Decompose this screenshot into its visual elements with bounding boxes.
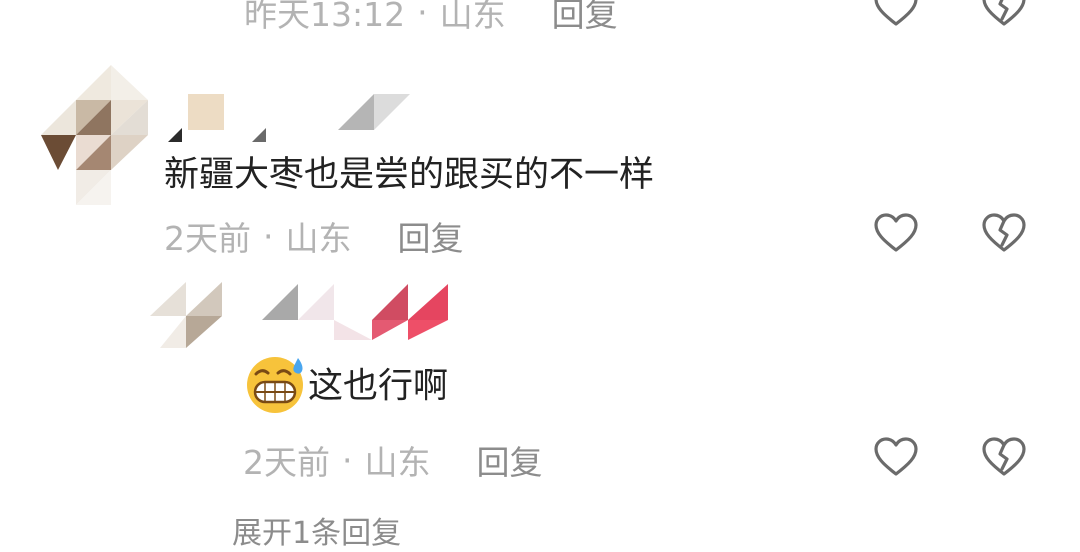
comment-location: 山东 — [439, 0, 506, 34]
reply-text: 这也行啊 — [308, 366, 449, 407]
reply-button[interactable]: 回复 — [477, 436, 543, 484]
reply-button[interactable]: 回复 — [398, 212, 464, 260]
comment-time: 2天前 — [164, 219, 251, 258]
reply-avatar[interactable] — [150, 280, 230, 350]
comment-location: 山东 — [285, 219, 352, 258]
reply-button[interactable]: 回复 — [552, 0, 618, 36]
broken-heart-icon[interactable] — [981, 436, 1027, 478]
reply-username[interactable] — [262, 282, 462, 342]
meta-separator: · — [417, 0, 428, 32]
heart-icon[interactable] — [873, 0, 919, 28]
broken-heart-icon[interactable] — [981, 212, 1027, 254]
heart-icon[interactable] — [873, 436, 919, 478]
heart-icon[interactable] — [873, 212, 919, 254]
broken-heart-icon[interactable] — [981, 0, 1027, 28]
grinning-sweat-emoji — [247, 357, 303, 413]
comment-meta: 2天前 · 山东 回复 — [164, 212, 464, 260]
meta-separator: · — [263, 216, 274, 256]
reply-meta: 2天前 · 山东 回复 — [243, 436, 543, 484]
comment-text: 新疆大枣也是尝的跟买的不一样 — [164, 155, 655, 195]
comment-time: 昨天13:12 — [244, 0, 406, 34]
avatar[interactable] — [36, 60, 156, 210]
meta-separator: · — [342, 440, 353, 480]
expand-replies-link[interactable]: 展开1条回复 — [232, 508, 401, 552]
username[interactable] — [168, 92, 428, 142]
reply-location: 山东 — [364, 443, 431, 482]
top-comment-meta: 昨天13:12 · 山东 回复 — [244, 0, 618, 36]
reply-text-row: 这也行啊 — [242, 352, 448, 414]
reply-time: 2天前 — [243, 443, 330, 482]
